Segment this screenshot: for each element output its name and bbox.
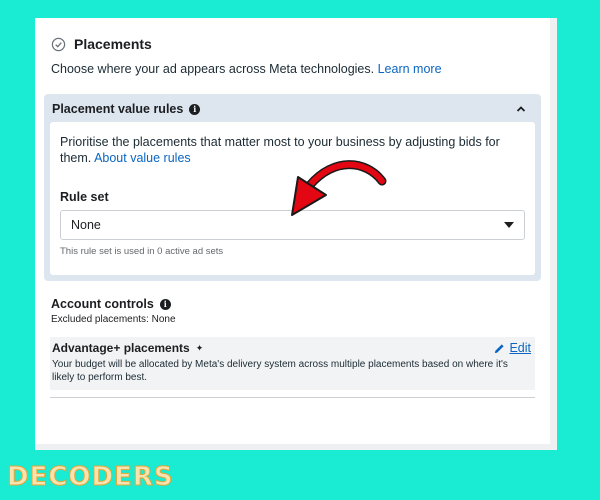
advantage-title: Advantage+ placements ✦ (52, 341, 203, 355)
edit-label: Edit (509, 341, 531, 355)
rule-set-selected-value: None (71, 218, 101, 232)
placements-subtitle-text: Choose where your ad appears across Meta… (51, 62, 375, 76)
sparkle-icon: ✦ (195, 342, 204, 353)
decoders-watermark: DECODERS (7, 462, 174, 493)
value-rules-title: Placement value rules i (52, 102, 201, 116)
account-controls-title-text: Account controls (51, 297, 154, 311)
divider (50, 397, 535, 398)
excluded-placements-text: Excluded placements: None (51, 314, 176, 325)
advantage-title-text: Advantage+ placements (52, 341, 190, 355)
about-value-rules-link[interactable]: About value rules (94, 151, 191, 165)
placements-subtitle: Choose where your ad appears across Meta… (51, 62, 534, 76)
chevron-up-icon[interactable] (515, 103, 527, 115)
placements-panel: Placements Choose where your ad appears … (35, 18, 550, 444)
info-icon[interactable]: i (189, 103, 201, 115)
check-circle-icon (51, 37, 66, 51)
learn-more-link[interactable]: Learn more (378, 62, 442, 76)
value-rules-header[interactable]: Placement value rules i (50, 100, 535, 122)
account-controls-title: Account controls i (51, 297, 534, 311)
value-rules-title-text: Placement value rules (52, 102, 184, 116)
advantage-header: Advantage+ placements ✦ Edit (52, 341, 531, 355)
info-icon[interactable]: i (159, 298, 171, 310)
rule-set-helper-text: This rule set is used in 0 active ad set… (60, 246, 224, 257)
edit-button[interactable]: Edit (494, 341, 531, 355)
red-arrow (291, 160, 387, 216)
placements-header: Placements (51, 36, 534, 52)
caret-down-icon (504, 222, 514, 228)
placements-title: Placements (74, 36, 152, 52)
advantage-description: Your budget will be allocated by Meta's … (52, 359, 508, 383)
pencil-icon (495, 343, 505, 353)
advantage-placements-card: Advantage+ placements ✦ Edit Your budget… (50, 337, 535, 390)
